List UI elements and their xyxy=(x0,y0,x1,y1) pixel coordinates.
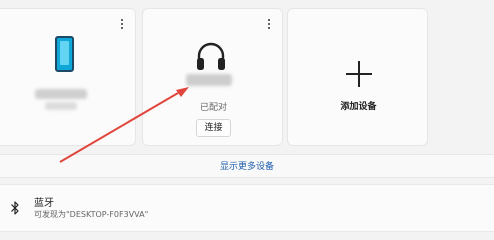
bluetooth-settings-row[interactable]: 蓝牙 可发现为"DESKTOP-F0F3VVA" xyxy=(0,184,494,232)
connect-button[interactable]: 连接 xyxy=(196,119,231,137)
bluetooth-title: 蓝牙 xyxy=(34,198,54,209)
add-device-label: 添加设备 xyxy=(340,102,377,112)
more-options-icon[interactable] xyxy=(268,19,271,31)
bluetooth-icon xyxy=(11,201,19,215)
phone-icon xyxy=(55,36,74,72)
redacted-device-name xyxy=(186,74,232,86)
device-status: 已配对 xyxy=(199,103,227,113)
device-card-phone[interactable] xyxy=(0,8,136,146)
bluetooth-discoverable-text: 可发现为"DESKTOP-F0F3VVA" xyxy=(34,210,149,219)
plus-icon xyxy=(346,61,372,87)
headphones-icon xyxy=(197,42,225,70)
more-options-icon[interactable] xyxy=(121,19,124,31)
redacted-device-name xyxy=(35,89,87,99)
redacted-device-status xyxy=(45,102,77,110)
show-more-devices-row: 显示更多设备 xyxy=(0,154,494,178)
show-more-devices-link[interactable]: 显示更多设备 xyxy=(0,159,494,172)
add-device-card[interactable]: 添加设备 xyxy=(287,8,428,146)
